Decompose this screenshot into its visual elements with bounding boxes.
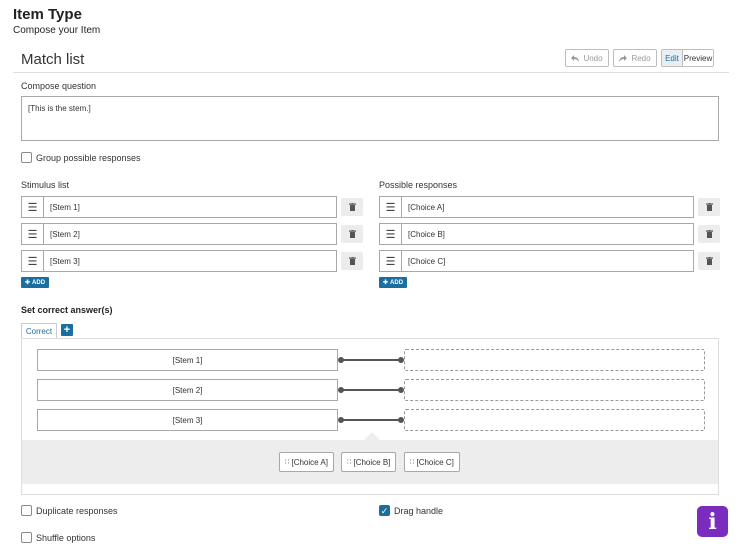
edit-preview-toggle: Edit Preview [661, 49, 714, 67]
answer-stem: [Stem 3] [37, 409, 338, 431]
header-divider [13, 72, 729, 73]
choice-label: [Choice C] [416, 457, 454, 467]
shuffle-options-label: Shuffle options [36, 533, 96, 543]
checkmark-icon: ✓ [380, 506, 389, 516]
redo-label: Redo [631, 53, 651, 63]
preview-button[interactable]: Preview [683, 50, 713, 66]
edit-button[interactable]: Edit [662, 50, 683, 66]
answer-drop-zone[interactable] [404, 349, 705, 371]
add-response-label: ADD [390, 279, 404, 286]
plus-icon: ✚ [383, 280, 389, 286]
stimulus-row: ☰ [Stem 2] [21, 223, 337, 245]
response-row: ☰ [Choice C] [379, 250, 694, 272]
response-pool-notch [364, 432, 380, 440]
question-type-title: Match list [21, 51, 85, 68]
duplicate-responses-checkbox[interactable] [21, 505, 32, 516]
grip-icon: ∷ [410, 459, 415, 466]
redo-button[interactable]: Redo [613, 49, 657, 67]
answer-drop-zone[interactable] [404, 379, 705, 401]
trash-icon [705, 203, 713, 211]
add-alternate-answer-button[interactable]: + [61, 324, 73, 336]
trash-icon [705, 257, 713, 265]
trash-icon [348, 257, 356, 265]
connector-line [338, 387, 404, 393]
delete-stimulus-button[interactable] [341, 198, 363, 216]
drag-handle-checkbox[interactable]: ✓ [379, 505, 390, 516]
stimulus-input[interactable]: [Stem 3] [43, 250, 337, 272]
response-row: ☰ [Choice B] [379, 223, 694, 245]
answer-drop-zone[interactable] [404, 409, 705, 431]
drag-handle-icon[interactable]: ☰ [21, 223, 43, 245]
redo-icon [619, 54, 628, 62]
drag-handle-icon[interactable]: ☰ [379, 223, 401, 245]
drag-handle-icon[interactable]: ☰ [21, 250, 43, 272]
stimulus-input[interactable]: [Stem 2] [43, 223, 337, 245]
response-input[interactable]: [Choice A] [401, 196, 694, 218]
compose-question-label: Compose question [21, 81, 97, 91]
trash-icon [705, 230, 713, 238]
info-icon[interactable]: i [697, 506, 728, 537]
connector-line [338, 417, 404, 423]
response-input[interactable]: [Choice B] [401, 223, 694, 245]
undo-icon [571, 54, 580, 62]
undo-label: Undo [583, 53, 603, 63]
tab-correct[interactable]: Correct [21, 323, 57, 338]
grip-icon: ∷ [285, 459, 290, 466]
add-stimulus-button[interactable]: ✚ ADD [21, 277, 50, 288]
delete-stimulus-button[interactable] [341, 252, 363, 270]
delete-response-button[interactable] [698, 225, 720, 243]
response-row: ☰ [Choice A] [379, 196, 694, 218]
connector-line [338, 357, 404, 363]
undo-button[interactable]: Undo [565, 49, 609, 67]
choice-label: [Choice B] [353, 457, 391, 467]
stimulus-row: ☰ [Stem 1] [21, 196, 337, 218]
add-response-button[interactable]: ✚ ADD [379, 277, 408, 288]
response-input[interactable]: [Choice C] [401, 250, 694, 272]
compose-question-editor[interactable]: [This is the stem.] [21, 96, 719, 141]
trash-icon [348, 203, 356, 211]
delete-stimulus-button[interactable] [341, 225, 363, 243]
group-responses-label: Group possible responses [36, 153, 141, 163]
drag-handle-icon[interactable]: ☰ [379, 196, 401, 218]
trash-icon [348, 230, 356, 238]
drag-handle-icon[interactable]: ☰ [21, 196, 43, 218]
delete-response-button[interactable] [698, 198, 720, 216]
draggable-choice[interactable]: ∷ [Choice C] [404, 452, 460, 472]
draggable-choice[interactable]: ∷ [Choice A] [279, 452, 334, 472]
duplicate-responses-label: Duplicate responses [36, 506, 118, 516]
page-subtitle: Compose your Item [13, 25, 101, 36]
stimulus-row: ☰ [Stem 3] [21, 250, 337, 272]
draggable-choice[interactable]: ∷ [Choice B] [341, 452, 397, 472]
drag-handle-icon[interactable]: ☰ [379, 250, 401, 272]
group-responses-checkbox[interactable] [21, 152, 32, 163]
stimulus-input[interactable]: [Stem 1] [43, 196, 337, 218]
answer-stem: [Stem 2] [37, 379, 338, 401]
answer-stem: [Stem 1] [37, 349, 338, 371]
grip-icon: ∷ [347, 459, 352, 466]
add-stimulus-label: ADD [32, 279, 46, 286]
delete-response-button[interactable] [698, 252, 720, 270]
page-title: Item Type [13, 6, 82, 23]
choice-label: [Choice A] [291, 457, 328, 467]
drag-handle-label: Drag handle [394, 506, 444, 516]
stimulus-list-label: Stimulus list [21, 180, 70, 190]
shuffle-options-checkbox[interactable] [21, 532, 32, 543]
plus-icon: ✚ [25, 280, 31, 286]
set-correct-answer-title: Set correct answer(s) [21, 305, 113, 315]
possible-responses-label: Possible responses [379, 180, 458, 190]
